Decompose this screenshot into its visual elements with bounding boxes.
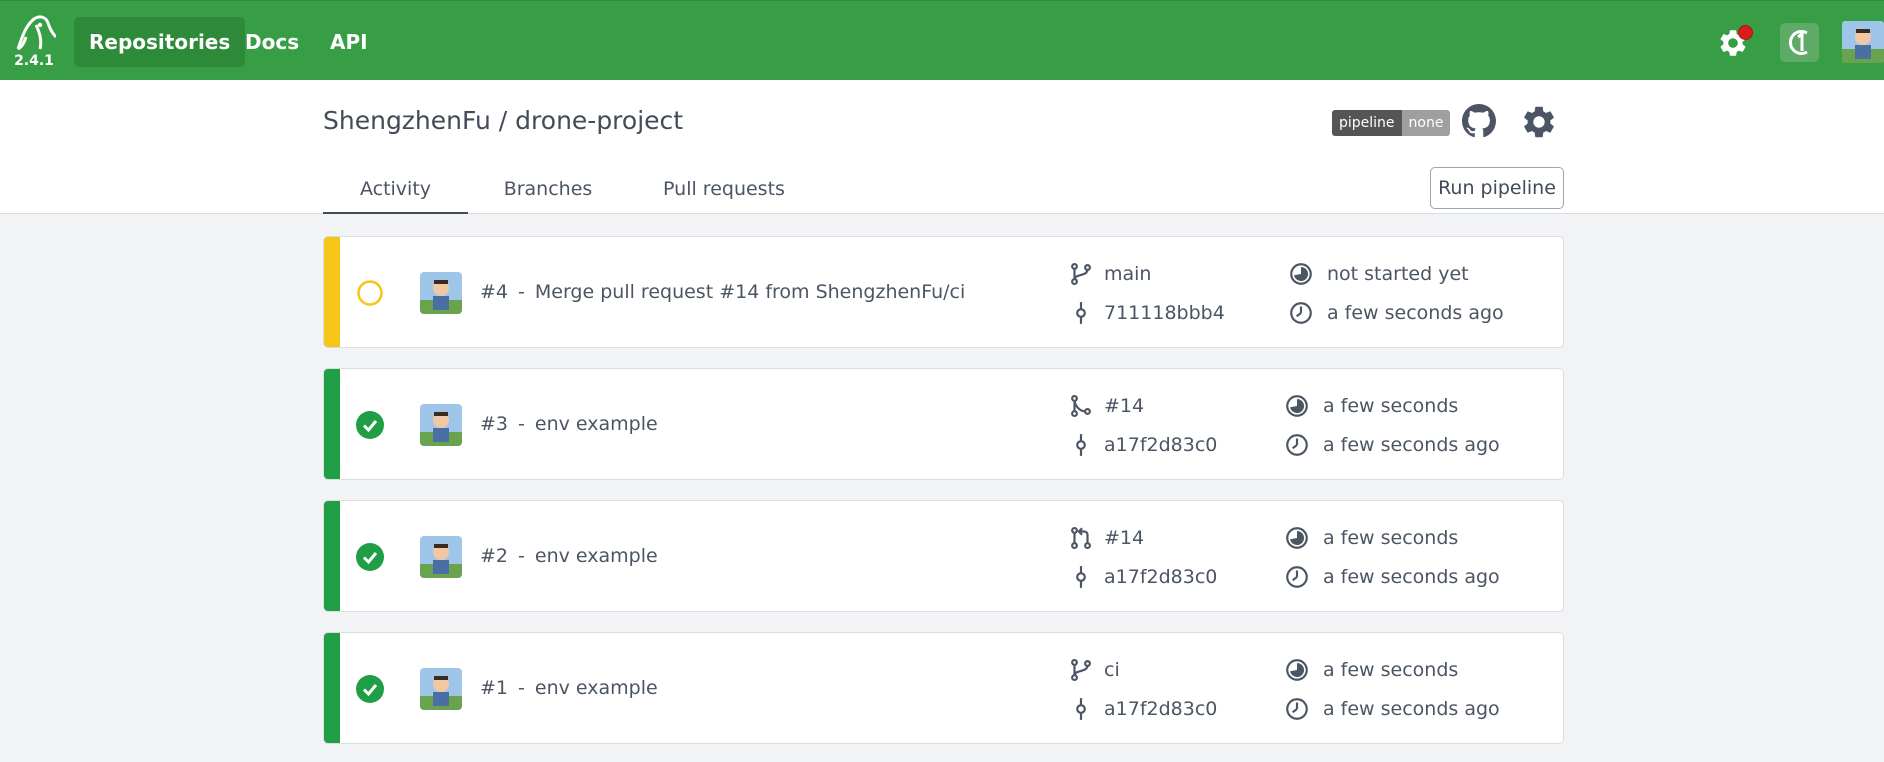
tab-activity[interactable]: Activity <box>323 178 468 214</box>
ref-label: #14 <box>1104 527 1145 549</box>
ref-label: ci <box>1104 659 1120 681</box>
commit-sha: 711118bbb4 <box>1104 302 1225 324</box>
created-label: a few seconds ago <box>1323 698 1500 720</box>
commit-message: env example <box>534 413 658 435</box>
pipeline-number: #2 <box>480 545 509 567</box>
merge-icon <box>1068 393 1094 419</box>
commit-icon <box>1068 432 1094 458</box>
drone-logo[interactable]: 2.4.1 <box>12 15 56 71</box>
status-stripe <box>324 633 340 743</box>
timer-icon <box>1284 393 1310 419</box>
repo-header: ShengzhenFu / drone-project pipeline non… <box>0 80 1884 214</box>
commit-icon <box>1068 300 1094 326</box>
top-navbar: 2.4.1 Repositories Docs API <box>0 0 1884 80</box>
nav-docs[interactable]: Docs <box>230 17 314 67</box>
c1-icon[interactable] <box>1780 23 1819 62</box>
duration-label: a few seconds <box>1323 395 1459 417</box>
success-check-icon <box>356 411 384 439</box>
timer-icon <box>1284 525 1310 551</box>
commit-sha: a17f2d83c0 <box>1104 698 1218 720</box>
created-label: a few seconds ago <box>1323 566 1500 588</box>
timer-icon <box>1288 261 1314 287</box>
pipeline-number: #1 <box>480 677 509 699</box>
created-label: a few seconds ago <box>1323 434 1500 456</box>
author-avatar <box>420 536 462 578</box>
clock-icon <box>1288 300 1314 326</box>
pipeline-card[interactable]: #1- env example ci a17f2d83c0 a few secon… <box>323 632 1564 744</box>
pipeline-title: #4- Merge pull request #14 from Shengzhen… <box>480 281 965 303</box>
commit-sha: a17f2d83c0 <box>1104 566 1218 588</box>
run-pipeline-button[interactable]: Run pipeline <box>1430 167 1564 209</box>
title-separator: - <box>518 281 525 303</box>
pipeline-title: #1- env example <box>480 677 658 699</box>
title-separator: - <box>518 413 525 435</box>
author-avatar <box>420 272 462 314</box>
nav-api[interactable]: API <box>315 17 383 67</box>
pipeline-number: #4 <box>480 281 509 303</box>
ref-label: #14 <box>1104 395 1145 417</box>
commit-message: Merge pull request #14 from ShengzhenFu/… <box>534 281 966 303</box>
success-check-icon <box>356 543 384 571</box>
pipeline-number: #3 <box>480 413 509 435</box>
badge-label: pipeline <box>1332 110 1402 136</box>
tab-branches[interactable]: Branches <box>492 178 604 200</box>
ref-label: main <box>1104 263 1152 285</box>
clock-icon <box>1284 696 1310 722</box>
nav-repositories[interactable]: Repositories <box>74 17 246 67</box>
pipeline-card[interactable]: #3- env example #14 a17f2d83c0 a few seco… <box>323 368 1564 480</box>
repo-title: ShengzhenFu / drone-project <box>323 106 684 135</box>
created-label: a few seconds ago <box>1327 302 1504 324</box>
clock-icon <box>1284 564 1310 590</box>
github-icon[interactable] <box>1462 104 1496 142</box>
title-separator: - <box>518 545 525 567</box>
repo-settings-icon[interactable] <box>1520 103 1558 145</box>
pipeline-title: #2- env example <box>480 545 658 567</box>
branch-icon <box>1068 261 1094 287</box>
title-separator: - <box>518 677 525 699</box>
user-avatar[interactable] <box>1842 21 1884 63</box>
author-avatar <box>420 404 462 446</box>
pending-circle-icon <box>356 279 384 307</box>
pipeline-status-badge[interactable]: pipeline none <box>1332 110 1451 136</box>
pipeline-card[interactable]: #2- env example #14 a17f2d83c0 a few seco… <box>323 500 1564 612</box>
commit-icon <box>1068 696 1094 722</box>
status-stripe <box>324 501 340 611</box>
commit-message: env example <box>534 677 658 699</box>
pipeline-title: #3- env example <box>480 413 658 435</box>
success-check-icon <box>356 675 384 703</box>
commit-sha: a17f2d83c0 <box>1104 434 1218 456</box>
tab-pull-requests[interactable]: Pull requests <box>660 178 788 200</box>
notification-dot <box>1738 25 1753 40</box>
branch-icon <box>1068 657 1094 683</box>
commit-icon <box>1068 564 1094 590</box>
version-label: 2.4.1 <box>14 53 54 69</box>
pull-request-icon <box>1068 525 1094 551</box>
pipeline-card[interactable]: #4- Merge pull request #14 from Shengzhen… <box>323 236 1564 348</box>
duration-label: a few seconds <box>1323 659 1459 681</box>
commit-message: env example <box>534 545 658 567</box>
status-stripe <box>324 369 340 479</box>
drone-logo-icon <box>16 15 56 51</box>
timer-icon <box>1284 657 1310 683</box>
badge-value: none <box>1401 110 1451 136</box>
author-avatar <box>420 668 462 710</box>
status-stripe <box>324 237 340 347</box>
duration-label: not started yet <box>1327 263 1469 285</box>
duration-label: a few seconds <box>1323 527 1459 549</box>
clock-icon <box>1284 432 1310 458</box>
